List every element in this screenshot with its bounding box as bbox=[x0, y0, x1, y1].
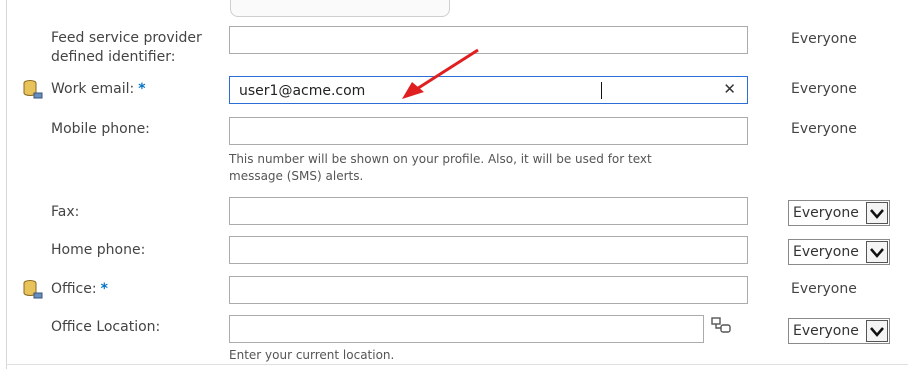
mobile-phone-hint: This number will be shown on your profil… bbox=[229, 152, 652, 183]
home-phone-input[interactable] bbox=[229, 236, 748, 264]
fax-input[interactable] bbox=[229, 197, 748, 225]
feed-id-visibility: Everyone bbox=[791, 31, 857, 47]
chevron-down-icon[interactable] bbox=[866, 241, 888, 263]
form-left-border bbox=[6, 0, 7, 369]
fax-visibility-value: Everyone bbox=[793, 205, 859, 221]
office-location-input[interactable] bbox=[229, 315, 704, 343]
chevron-down-icon[interactable] bbox=[866, 320, 888, 342]
office-location-visibility-select[interactable]: Everyone bbox=[788, 318, 890, 344]
mobile-phone-visibility: Everyone bbox=[791, 121, 857, 137]
fax-visibility-select[interactable]: Everyone bbox=[788, 200, 890, 226]
location-picker-icon[interactable] bbox=[710, 316, 732, 334]
home-phone-visibility-value: Everyone bbox=[793, 244, 859, 260]
directory-sync-icon bbox=[23, 280, 43, 299]
office-label: Office: * bbox=[51, 281, 108, 297]
work-email-input[interactable]: user1@acme.com ✕ bbox=[229, 76, 748, 104]
fax-label: Fax: bbox=[51, 204, 80, 220]
directory-sync-icon bbox=[23, 80, 43, 99]
home-phone-visibility-select[interactable]: Everyone bbox=[788, 239, 890, 265]
work-email-visibility: Everyone bbox=[791, 81, 857, 97]
work-email-value: user1@acme.com bbox=[239, 83, 366, 99]
clear-icon[interactable]: ✕ bbox=[723, 80, 736, 98]
chevron-down-icon[interactable] bbox=[866, 202, 888, 224]
mobile-phone-label: Mobile phone: bbox=[51, 121, 150, 137]
feed-id-label: Feed service provider defined identifier… bbox=[51, 30, 202, 65]
required-marker: * bbox=[100, 281, 108, 297]
form-bottom-border bbox=[6, 364, 908, 365]
mobile-phone-input[interactable] bbox=[229, 117, 748, 145]
text-cursor bbox=[601, 82, 602, 99]
office-location-hint: Enter your current location. bbox=[229, 348, 395, 362]
feed-id-input[interactable] bbox=[229, 26, 748, 54]
office-input[interactable] bbox=[229, 276, 748, 304]
home-phone-label: Home phone: bbox=[51, 242, 146, 258]
annotation-arrow bbox=[402, 48, 479, 99]
office-location-visibility-value: Everyone bbox=[793, 323, 859, 339]
required-marker: * bbox=[138, 81, 146, 97]
office-visibility: Everyone bbox=[791, 281, 857, 297]
office-location-label: Office Location: bbox=[51, 319, 161, 335]
work-email-label: Work email: * bbox=[51, 81, 146, 97]
previous-field-edge bbox=[230, 0, 450, 17]
